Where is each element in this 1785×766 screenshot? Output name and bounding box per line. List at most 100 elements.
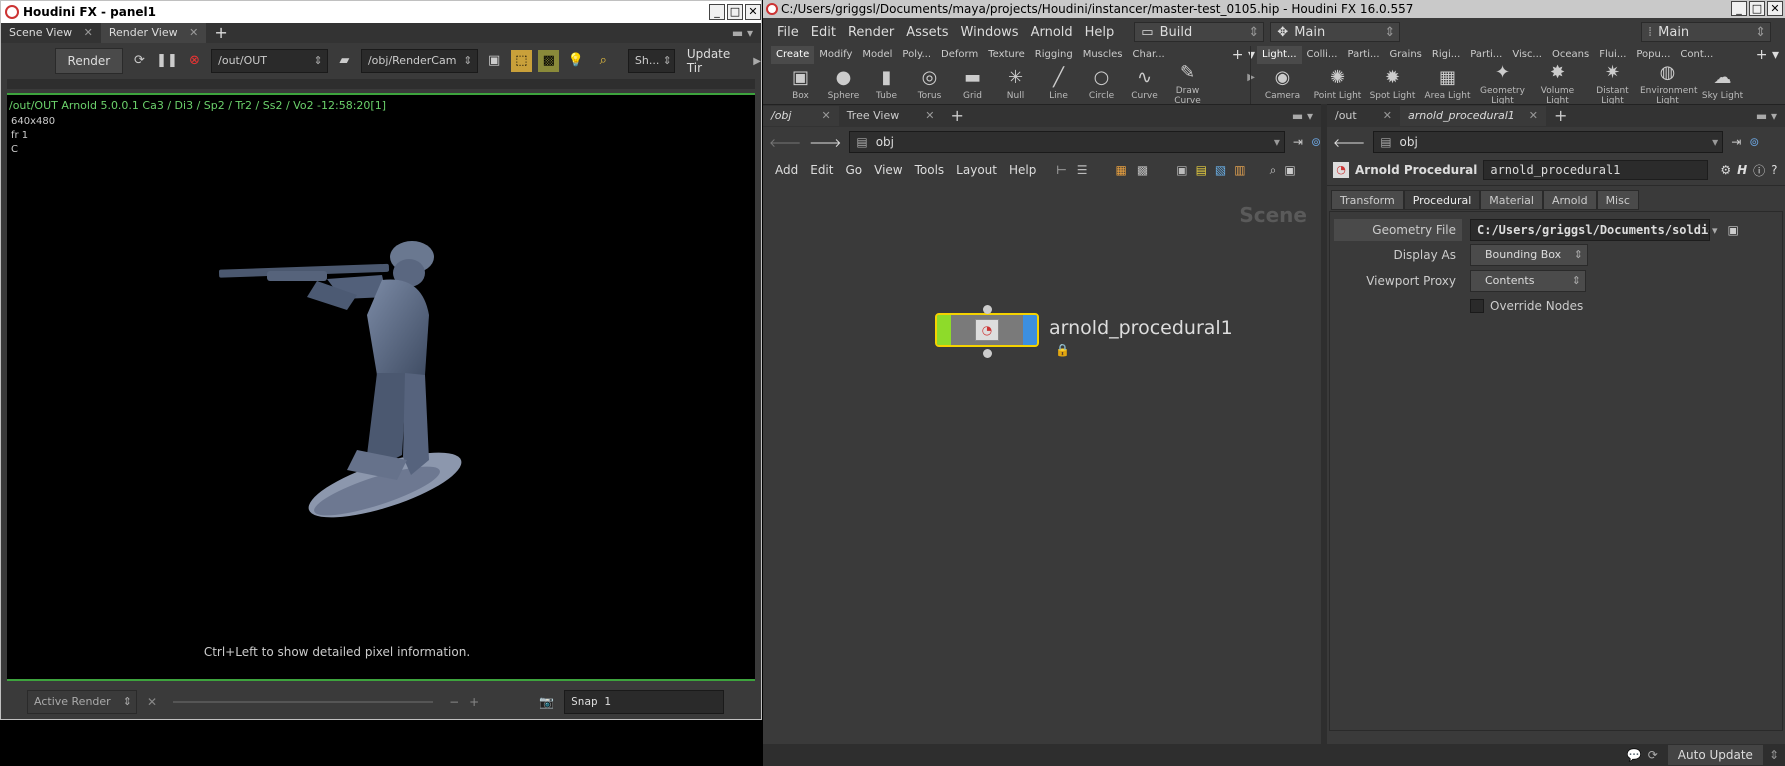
shelf-tab-poly[interactable]: Poly... — [897, 46, 936, 64]
tab-out[interactable]: /out ✕ — [1327, 106, 1400, 126]
auto-update-dropdown[interactable]: Auto Update — [1667, 745, 1763, 765]
update-time-label[interactable]: Update Tir — [687, 47, 747, 75]
node-name-field[interactable]: arnold_procedural1 — [1483, 160, 1709, 180]
pane-menu-icon[interactable]: ▬ ▾ — [1292, 109, 1321, 123]
shelf-tool-distant-light[interactable]: ✷ Distant Light — [1585, 62, 1640, 106]
shelf-tool-camera[interactable]: ◉ Camera — [1255, 67, 1310, 101]
menu-arnold[interactable]: Arnold — [1025, 25, 1079, 40]
net-menu-add[interactable]: Add — [769, 163, 804, 177]
shelf-tool-box[interactable]: ▣ Box — [779, 67, 822, 101]
forward-arrow-icon[interactable]: 🡒 — [809, 135, 841, 150]
back-arrow-icon[interactable]: 🡐 — [1333, 135, 1365, 150]
net-menu-help[interactable]: Help — [1003, 163, 1042, 177]
camera-path-field[interactable]: /obj/RenderCam ⇕ — [360, 49, 478, 73]
menu-assets[interactable]: Assets — [900, 25, 954, 40]
maximize-icon[interactable]: □ — [727, 4, 743, 20]
net-menu-view[interactable]: View — [868, 163, 908, 177]
tab-misc[interactable]: Misc — [1596, 190, 1639, 210]
shelf-tool-spot-light[interactable]: ✹ Spot Light — [1365, 67, 1420, 101]
chevron-updown-icon[interactable]: ⇕ — [1769, 748, 1779, 762]
shelf-tool-area-light[interactable]: ▦ Area Light — [1420, 67, 1475, 101]
help-icon[interactable]: ? — [1771, 163, 1777, 177]
shelf-tool-volume-light[interactable]: ✸ Volume Light — [1530, 62, 1585, 106]
zoom-icon[interactable]: ⌕ — [593, 50, 614, 72]
close-tab-icon[interactable]: ✕ — [925, 109, 934, 122]
add-tab-icon[interactable]: + — [206, 23, 235, 43]
close-tab-icon[interactable]: ✕ — [189, 26, 198, 39]
add-tab-icon[interactable]: + — [942, 106, 971, 126]
refresh-icon[interactable]: ⟳ — [129, 50, 150, 72]
background-image-icon[interactable]: ▧ — [1215, 163, 1226, 177]
shelf-tool-environment-light[interactable]: ◍ Environment Light — [1640, 62, 1697, 106]
desktop-build-dropdown[interactable]: ▭ Build ⇕ — [1134, 22, 1265, 42]
gear-icon[interactable]: ⚙ — [1720, 163, 1731, 177]
tab-material[interactable]: Material — [1480, 190, 1543, 210]
shelf-tool-line[interactable]: ╱ Line — [1037, 67, 1080, 101]
net-menu-layout[interactable]: Layout — [950, 163, 1003, 177]
tab-render-view[interactable]: Render View ✕ — [100, 23, 207, 43]
region-render-icon[interactable]: ⬚ — [510, 50, 533, 72]
shelf-tab-lights[interactable]: Light... — [1257, 46, 1302, 64]
search-icon[interactable]: ⌕ — [1270, 163, 1277, 178]
timeline-strip[interactable] — [7, 79, 755, 89]
minus-icon[interactable]: − — [449, 695, 459, 709]
camera-icon[interactable]: 📷 — [539, 695, 554, 709]
camera-select-icon[interactable]: ▰ — [334, 50, 355, 72]
close-tab-icon[interactable]: ✕ — [84, 26, 93, 39]
net-menu-edit[interactable]: Edit — [804, 163, 839, 177]
net-menu-go[interactable]: Go — [839, 163, 868, 177]
pin-icon[interactable]: ⇥ — [1731, 135, 1741, 149]
node-render-flag[interactable] — [1023, 315, 1037, 345]
tree-layout-icon[interactable]: ⊢ — [1056, 163, 1066, 177]
display-as-dropdown[interactable]: Bounding Box ⇕ — [1470, 244, 1588, 266]
snapshot-icon[interactable]: ▣ — [484, 50, 505, 72]
shelf-tab-create[interactable]: Create — [771, 46, 815, 64]
pause-icon[interactable]: ❚❚ — [156, 50, 178, 72]
add-shelf-icon[interactable]: + ▾ — [1756, 47, 1785, 63]
shelf-tab-muscles[interactable]: Muscles — [1078, 46, 1128, 64]
back-arrow-icon[interactable]: 🡐 — [769, 135, 801, 150]
link-icon[interactable]: ⊚ — [1311, 135, 1321, 149]
shelf-tool-tube[interactable]: ▮ Tube — [865, 67, 908, 101]
shelf-tool-torus[interactable]: ◎ Torus — [908, 67, 951, 101]
tab-transform[interactable]: Transform — [1331, 190, 1404, 210]
pane-menu-icon[interactable]: ▬ ▾ — [732, 26, 761, 40]
preview-icon[interactable]: ▩ — [538, 50, 560, 72]
tab-arnold[interactable]: Arnold — [1542, 190, 1597, 210]
render-button[interactable]: Render — [55, 48, 123, 74]
output-driver-field[interactable]: /out/OUT ⇕ — [211, 49, 328, 73]
grid-color-icon[interactable]: ▦ — [1116, 163, 1127, 177]
chat-icon[interactable]: 💬 — [1627, 748, 1642, 762]
close-tab-icon[interactable]: ✕ — [1529, 109, 1538, 122]
shelf-tab-collisions[interactable]: Colli... — [1302, 46, 1343, 64]
shelf-tab-particles[interactable]: Parti... — [1342, 46, 1384, 64]
render-viewport[interactable]: /out/OUT Arnold 5.0.0.1 Ca3 / Di3 / Sp2 … — [7, 93, 755, 681]
close-tab-icon[interactable]: ✕ — [1383, 109, 1392, 122]
shelf-tab-model[interactable]: Model — [857, 46, 897, 64]
houdini-help-icon[interactable]: H — [1737, 163, 1747, 177]
add-tab-icon[interactable]: + — [1546, 106, 1575, 126]
menu-windows[interactable]: Windows — [955, 25, 1025, 40]
menu-file[interactable]: File — [771, 25, 805, 40]
maximize-icon[interactable]: □ — [1749, 1, 1765, 16]
tab-procedural[interactable]: Procedural — [1403, 190, 1481, 210]
grid-icon[interactable]: ▩ — [1137, 163, 1148, 177]
geometry-file-field[interactable]: C:/Users/griggsl/Documents/soldier_h — [1470, 219, 1710, 241]
minimize-icon[interactable]: _ — [709, 4, 725, 20]
tab-tree-view[interactable]: Tree View ✕ — [839, 106, 943, 126]
active-render-dropdown[interactable]: Active Render ⇕ — [27, 690, 137, 714]
chevron-down-icon[interactable]: ▾ — [1712, 224, 1718, 237]
override-nodes-checkbox[interactable] — [1470, 299, 1484, 313]
shelf-tab-rigging[interactable]: Rigging — [1030, 46, 1078, 64]
shelf-tool-geometry-light[interactable]: ✦ Geometry Light — [1475, 62, 1530, 106]
menu-render[interactable]: Render — [842, 25, 900, 40]
shelf-tool-sphere[interactable]: ● Sphere — [822, 67, 865, 101]
shelf-tab-rigid[interactable]: Rigi... — [1427, 46, 1465, 64]
arnold-procedural-node[interactable]: ◔ — [935, 313, 1039, 347]
plus-icon[interactable]: + — [469, 695, 479, 709]
sticky-note-icon[interactable]: ▤ — [1196, 163, 1207, 177]
minimize-icon[interactable]: _ — [1731, 1, 1747, 16]
file-browse-icon[interactable]: ▣ — [1728, 223, 1739, 237]
shelf-tab-grains[interactable]: Grains — [1385, 46, 1427, 64]
net-menu-tools[interactable]: Tools — [909, 163, 951, 177]
